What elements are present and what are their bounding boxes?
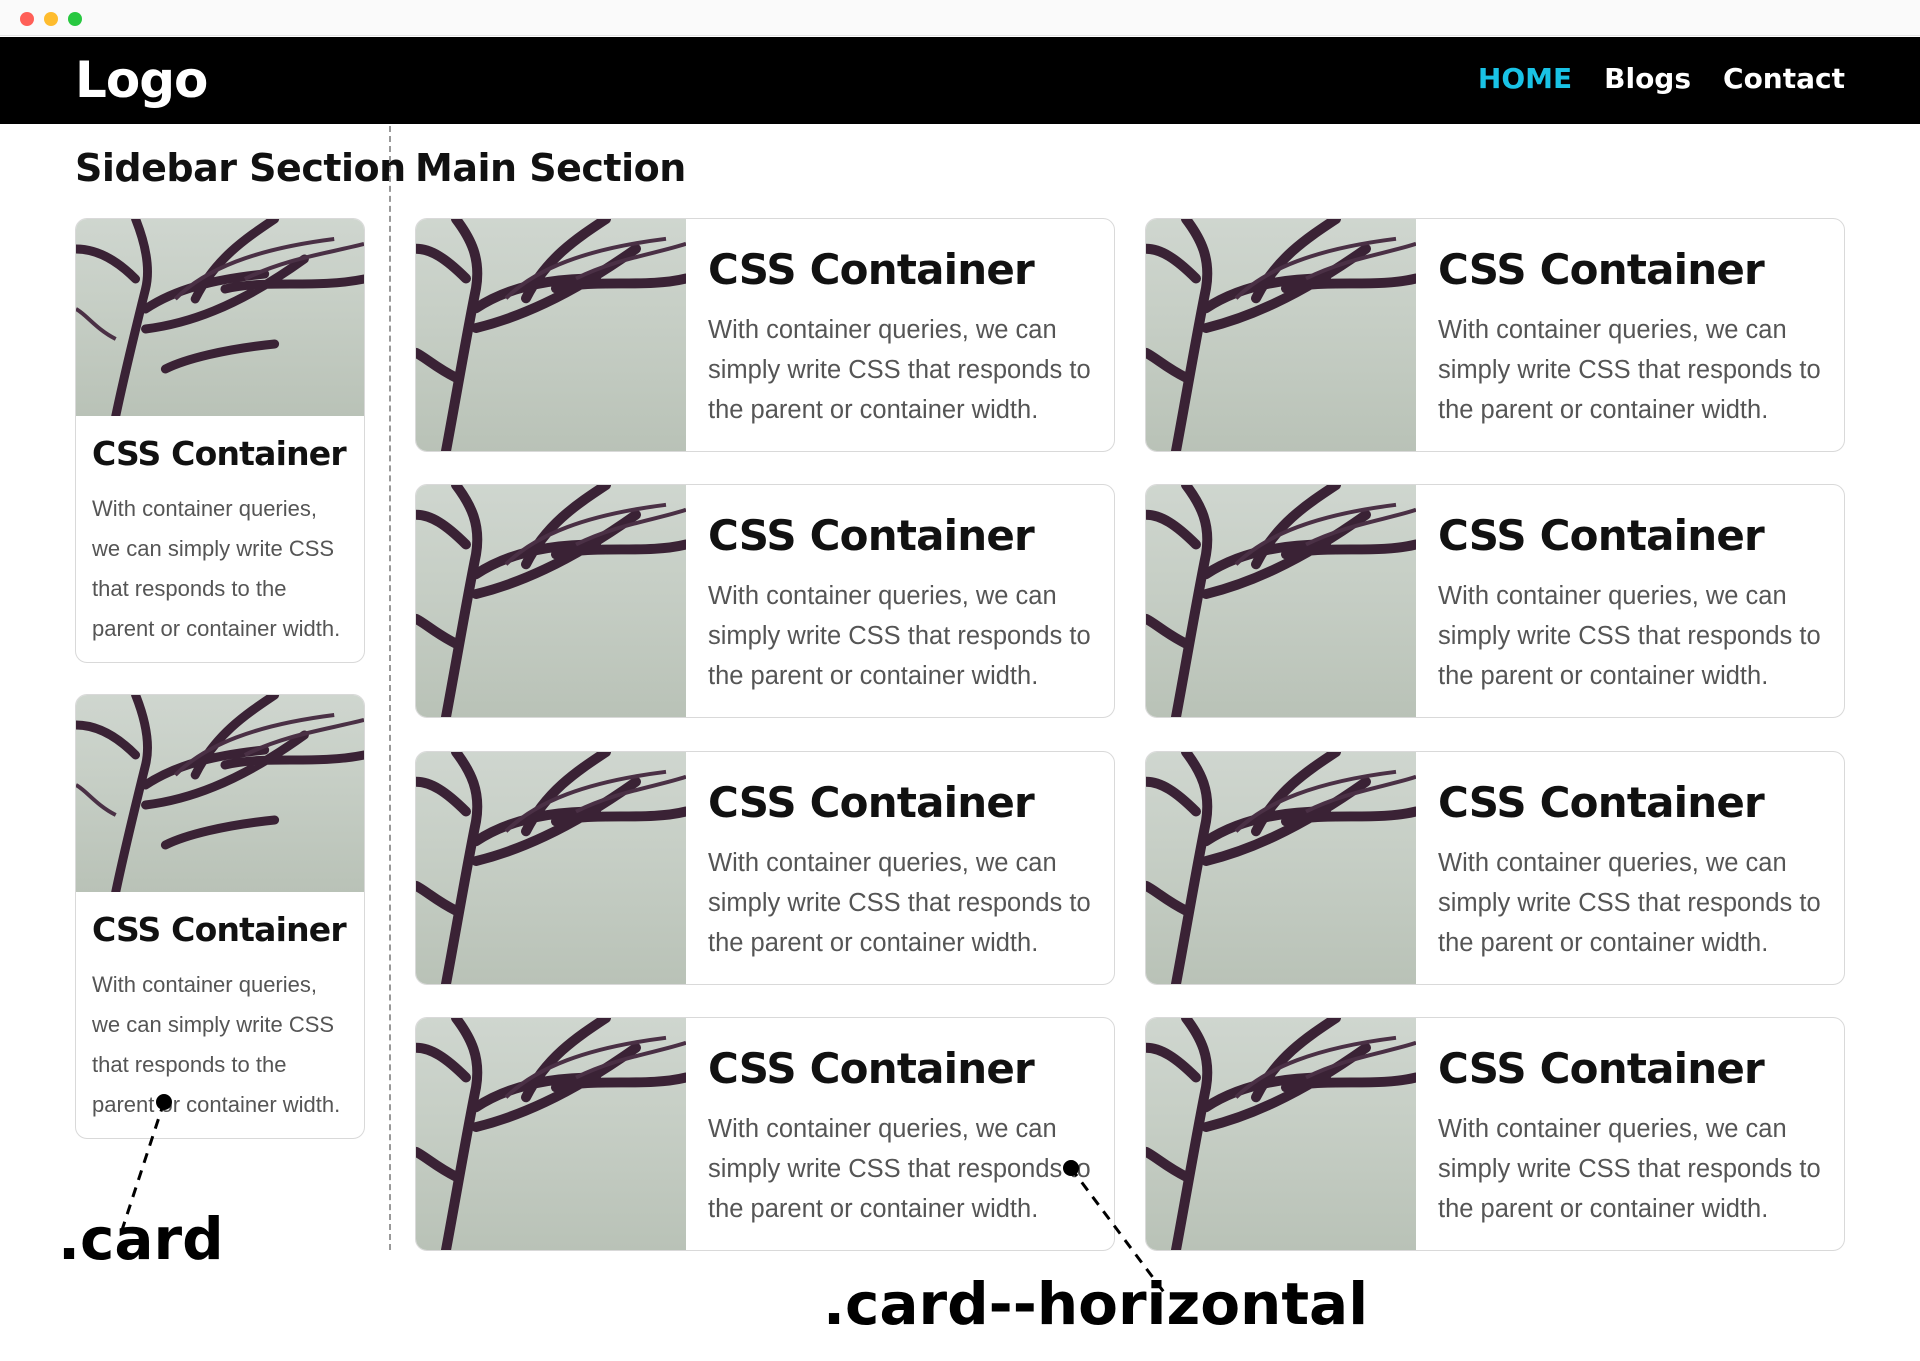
main-card[interactable]: CSS Container With container queries, we… bbox=[1145, 218, 1845, 452]
card-image bbox=[416, 485, 686, 717]
minimize-window-icon[interactable] bbox=[44, 12, 58, 26]
card-image bbox=[416, 752, 686, 984]
card-image bbox=[76, 695, 364, 892]
card-image bbox=[1146, 1018, 1416, 1250]
sidebar-card[interactable]: CSS Container With container queries, we… bbox=[75, 694, 365, 1139]
main-card[interactable]: CSS Container With container queries, we… bbox=[415, 751, 1115, 985]
card-body: CSS Container With container queries, we… bbox=[1416, 219, 1844, 451]
card-text: With container queries, we can simply wr… bbox=[708, 582, 1091, 690]
card-body: CSS Container With container queries, we… bbox=[1416, 1018, 1844, 1250]
nav-link-blogs[interactable]: Blogs bbox=[1604, 62, 1691, 95]
card-body: CSS Container With container queries, we… bbox=[686, 485, 1114, 717]
card-text: With container queries, we can simply wr… bbox=[1438, 316, 1821, 424]
card-text: With container queries, we can simply wr… bbox=[708, 1115, 1091, 1223]
card-text: With container queries, we can simply wr… bbox=[92, 496, 341, 641]
card-body: CSS Container With container queries, we… bbox=[1416, 752, 1844, 984]
maximize-window-icon[interactable] bbox=[68, 12, 82, 26]
main-card[interactable]: CSS Container With container queries, we… bbox=[415, 484, 1115, 718]
nav-link-contact[interactable]: Contact bbox=[1723, 62, 1845, 95]
card-text: With container queries, we can simply wr… bbox=[708, 316, 1091, 424]
card-text: With container queries, we can simply wr… bbox=[708, 849, 1091, 957]
card-image bbox=[416, 1018, 686, 1250]
card-horizontal-annotation-label: .card--horizontal bbox=[823, 1270, 1369, 1338]
card-image bbox=[1146, 219, 1416, 451]
main-card[interactable]: CSS Container With container queries, we… bbox=[415, 1017, 1115, 1251]
main-card[interactable]: CSS Container With container queries, we… bbox=[415, 218, 1115, 452]
sidebar-card[interactable]: CSS Container With container queries, we… bbox=[75, 218, 365, 663]
main-card[interactable]: CSS Container With container queries, we… bbox=[1145, 484, 1845, 718]
browser-window-chrome bbox=[0, 0, 1920, 36]
card-image bbox=[1146, 485, 1416, 717]
card-title: CSS Container bbox=[1438, 778, 1765, 827]
nav-link-home[interactable]: HOME bbox=[1478, 62, 1572, 95]
card-body: CSS Container With container queries, we… bbox=[686, 752, 1114, 984]
card-title: CSS Container bbox=[708, 245, 1035, 294]
card-text: With container queries, we can simply wr… bbox=[1438, 1115, 1821, 1223]
card-body: CSS Container With container queries, we… bbox=[76, 416, 364, 662]
card-body: CSS Container With container queries, we… bbox=[1416, 485, 1844, 717]
card-title: CSS Container bbox=[1438, 245, 1765, 294]
card-image bbox=[76, 219, 364, 416]
close-window-icon[interactable] bbox=[20, 12, 34, 26]
card-image bbox=[1146, 752, 1416, 984]
card-title: CSS Container bbox=[708, 778, 1035, 827]
card-body: CSS Container With container queries, we… bbox=[686, 219, 1114, 451]
sidebar-section-title: Sidebar Section bbox=[75, 146, 406, 190]
nav-links: HOME Blogs Contact bbox=[1478, 62, 1845, 95]
card-title: CSS Container bbox=[92, 910, 347, 949]
main-card[interactable]: CSS Container With container queries, we… bbox=[1145, 751, 1845, 985]
card-title: CSS Container bbox=[708, 511, 1035, 560]
logo[interactable]: Logo bbox=[75, 51, 208, 109]
card-annotation-label: .card bbox=[58, 1205, 224, 1273]
card-text: With container queries, we can simply wr… bbox=[92, 972, 341, 1117]
main-card[interactable]: CSS Container With container queries, we… bbox=[1145, 1017, 1845, 1251]
card-title: CSS Container bbox=[1438, 1044, 1765, 1093]
card-body: CSS Container With container queries, we… bbox=[76, 892, 364, 1138]
card-title: CSS Container bbox=[708, 1044, 1035, 1093]
card-title: CSS Container bbox=[92, 434, 347, 473]
card-text: With container queries, we can simply wr… bbox=[1438, 849, 1821, 957]
section-divider bbox=[389, 126, 391, 1250]
card-title: CSS Container bbox=[1438, 511, 1765, 560]
main-section-title: Main Section bbox=[415, 146, 686, 190]
navbar: Logo HOME Blogs Contact bbox=[0, 37, 1920, 124]
card-body: CSS Container With container queries, we… bbox=[686, 1018, 1114, 1250]
card-image bbox=[416, 219, 686, 451]
card-text: With container queries, we can simply wr… bbox=[1438, 582, 1821, 690]
